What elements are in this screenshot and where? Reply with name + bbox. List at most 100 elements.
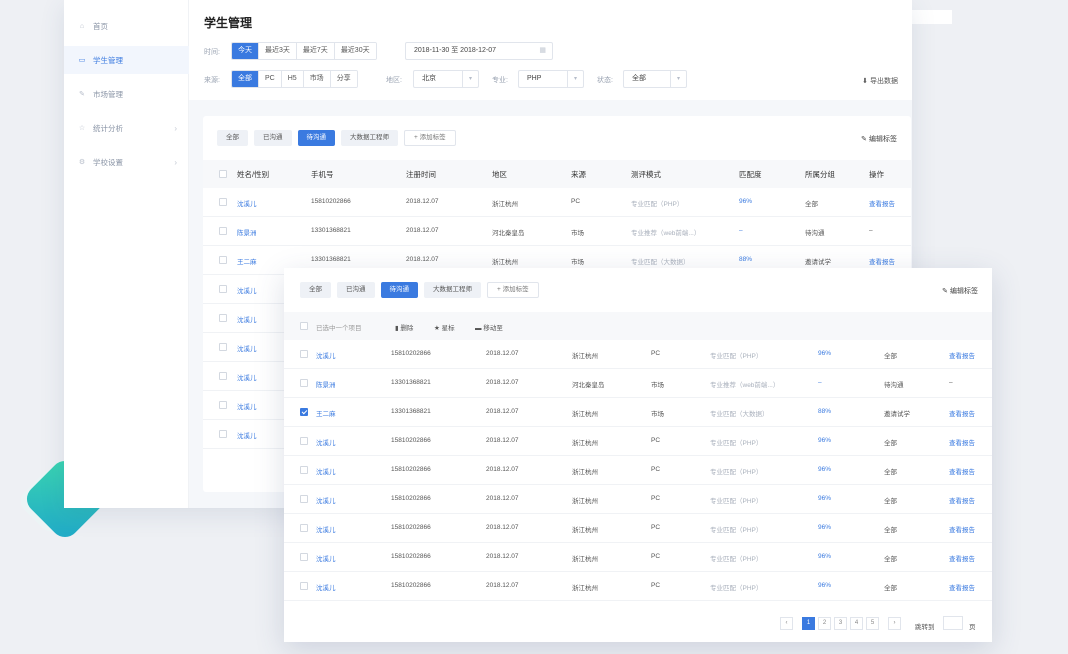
row-checkbox[interactable] [219, 372, 227, 380]
student-name-link[interactable]: 沈溪儿 [316, 466, 336, 476]
row-checkbox[interactable] [300, 553, 308, 561]
student-name-link[interactable]: 沈溪儿 [316, 437, 336, 447]
student-name-link[interactable]: 沈溪儿 [316, 495, 336, 505]
source-option[interactable]: 全部 [232, 71, 259, 87]
table-row: 沈溪儿 15810202866 2018.12.07 浙江杭州 PC 专业匹配（PHP） 9… [284, 340, 992, 369]
tag-filter[interactable]: 已沟通 [337, 282, 375, 298]
view-report-link[interactable]: – [949, 379, 953, 386]
student-name-link[interactable]: 沈溪儿 [316, 350, 336, 360]
row-checkbox[interactable] [219, 314, 227, 322]
move-button[interactable]: ▬ 移动至 [475, 322, 503, 332]
sidebar-item[interactable]: ☆ 统计分析 › [64, 114, 189, 142]
source-option[interactable]: H5 [281, 71, 304, 87]
row-checkbox[interactable] [219, 343, 227, 351]
row-checkbox[interactable] [219, 401, 227, 409]
view-report-link[interactable]: 查看报告 [949, 553, 975, 563]
cell-source: PC [651, 524, 661, 531]
view-report-link[interactable]: 查看报告 [869, 256, 895, 266]
delete-button[interactable]: ▮ 删除 [395, 322, 413, 332]
view-report-link[interactable]: 查看报告 [949, 466, 975, 476]
tag-filter[interactable]: 大数据工程师 [341, 130, 398, 146]
student-name-link[interactable]: 陈景洲 [316, 379, 336, 389]
student-name-link[interactable]: 沈溪儿 [237, 372, 257, 382]
row-checkbox[interactable] [300, 408, 308, 416]
add-tag-button[interactable]: + 添加标签 [404, 130, 456, 146]
row-checkbox[interactable] [219, 430, 227, 438]
page-number[interactable]: 4 [850, 617, 863, 630]
edit-tag-button[interactable]: ✎ 编辑标签 [861, 134, 897, 144]
student-name-link[interactable]: 王二麻 [237, 256, 257, 266]
page-number[interactable]: 3 [834, 617, 847, 630]
student-name-link[interactable]: 沈溪儿 [237, 401, 257, 411]
edit-tag-button[interactable]: ✎ 编辑标签 [942, 286, 978, 296]
tag-filter[interactable]: 全部 [300, 282, 331, 298]
star-button[interactable]: ★ 星标 [434, 322, 455, 332]
tag-filter[interactable]: 大数据工程师 [424, 282, 481, 298]
time-option[interactable]: 今天 [232, 43, 259, 59]
student-name-link[interactable]: 沈溪儿 [237, 285, 257, 295]
sidebar-item[interactable]: ⚙ 学校设置 › [64, 148, 189, 176]
student-name-link[interactable]: 王二麻 [316, 408, 336, 418]
view-report-link[interactable]: 查看报告 [949, 350, 975, 360]
row-checkbox[interactable] [300, 495, 308, 503]
row-checkbox[interactable] [300, 466, 308, 474]
tag-filter[interactable]: 全部 [217, 130, 248, 146]
row-checkbox[interactable] [219, 198, 227, 206]
row-checkbox[interactable] [219, 285, 227, 293]
select-all-checkbox[interactable] [300, 322, 308, 330]
student-name-link[interactable]: 沈溪儿 [237, 430, 257, 440]
student-name-link[interactable]: 沈溪儿 [316, 582, 336, 592]
column-header: 测评模式 [631, 170, 661, 179]
student-name-link[interactable]: 沈溪儿 [237, 314, 257, 324]
status-select[interactable]: 全部 ▾ [623, 70, 687, 88]
cell-source: 市场 [651, 411, 664, 418]
tag-filter[interactable]: 待沟通 [380, 282, 418, 298]
source-option[interactable]: 分享 [330, 71, 357, 87]
view-report-link[interactable]: 查看报告 [949, 524, 975, 534]
page-number[interactable]: 2 [818, 617, 831, 630]
cell-mode: 专业推荐（web前端...） [710, 382, 780, 389]
page-number[interactable]: 5 [866, 617, 879, 630]
student-name-link[interactable]: 沈溪儿 [237, 343, 257, 353]
view-report-link[interactable]: – [869, 227, 873, 234]
card-icon: ▭ [78, 57, 86, 64]
source-option[interactable]: 市场 [303, 71, 331, 87]
student-name-link[interactable]: 沈溪儿 [316, 553, 336, 563]
row-checkbox[interactable] [300, 350, 308, 358]
tag-filter[interactable]: 已沟通 [254, 130, 292, 146]
page-number[interactable]: 1 [802, 617, 815, 630]
page-jump-input[interactable] [943, 616, 963, 630]
view-report-link[interactable]: 查看报告 [949, 408, 975, 418]
prev-page-button[interactable]: ‹ [780, 617, 793, 630]
row-checkbox[interactable] [219, 227, 227, 235]
sidebar-item[interactable]: ▭ 学生管理 [64, 46, 189, 74]
sidebar-item[interactable]: ⌂ 首页 [64, 12, 189, 40]
student-name-link[interactable]: 沈溪儿 [316, 524, 336, 534]
major-select[interactable]: PHP ▾ [518, 70, 584, 88]
student-name-link[interactable]: 陈景洲 [237, 227, 257, 237]
row-checkbox[interactable] [300, 437, 308, 445]
row-checkbox[interactable] [300, 582, 308, 590]
region-select[interactable]: 北京 ▾ [413, 70, 479, 88]
next-page-button[interactable]: › [888, 617, 901, 630]
source-option[interactable]: PC [259, 71, 282, 87]
decor-white-bar [910, 10, 952, 24]
view-report-link[interactable]: 查看报告 [949, 437, 975, 447]
view-report-link[interactable]: 查看报告 [949, 582, 975, 592]
time-option[interactable]: 最近7天 [296, 43, 335, 59]
star-icon: ★ [434, 325, 440, 332]
view-report-link[interactable]: 查看报告 [949, 495, 975, 505]
time-option[interactable]: 最近30天 [334, 43, 376, 59]
export-button[interactable]: ⬇ 导出数据 [862, 76, 898, 86]
sidebar-item[interactable]: ✎ 市场管理 [64, 80, 189, 108]
row-checkbox[interactable] [300, 524, 308, 532]
row-checkbox[interactable] [219, 256, 227, 264]
student-name-link[interactable]: 沈溪儿 [237, 198, 257, 208]
add-tag-button[interactable]: + 添加标签 [487, 282, 539, 298]
date-range-field[interactable]: 2018-11-30 至 2018-12-07 ▦ [405, 42, 553, 60]
view-report-link[interactable]: 查看报告 [869, 198, 895, 208]
row-checkbox[interactable] [300, 379, 308, 387]
time-option[interactable]: 最近3天 [259, 43, 297, 59]
tag-filter[interactable]: 待沟通 [297, 130, 335, 146]
select-all-checkbox[interactable] [219, 170, 227, 178]
